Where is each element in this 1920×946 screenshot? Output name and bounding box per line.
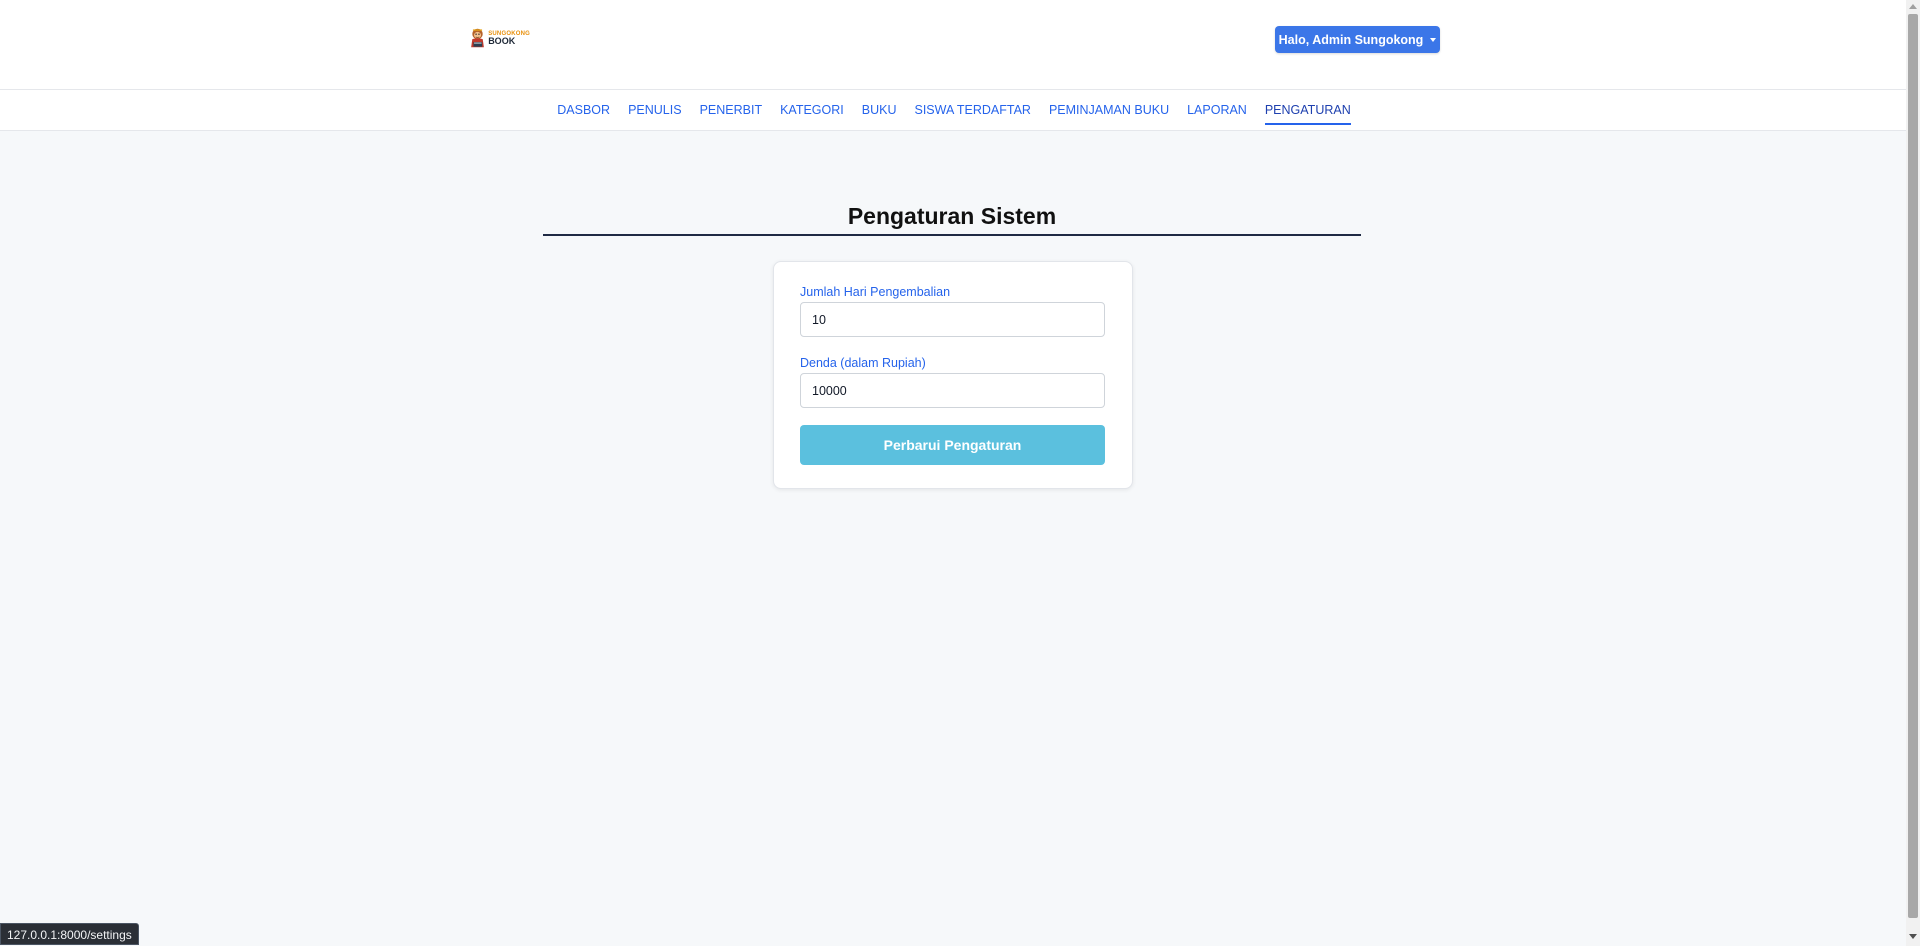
page-title: Pengaturan Sistem <box>847 203 1057 229</box>
status-bar-url: 127.0.0.1:8000/settings <box>0 923 139 945</box>
nav-item-siswa-terdaftar[interactable]: SISWA TERDAFTAR <box>914 90 1030 131</box>
main-nav: DASBOR PENULIS PENERBIT KATEGORI BUKU SI… <box>0 90 1906 131</box>
nav-item-dasbor[interactable]: DASBOR <box>557 90 610 131</box>
scroll-up-arrow-icon[interactable] <box>1909 4 1917 9</box>
caret-down-icon <box>1430 37 1437 42</box>
top-header: SUNGOKONG BOOK Halo, Admin Sungokong <box>0 0 1906 90</box>
nav-item-pengaturan[interactable]: PENGATURAN <box>1264 90 1351 131</box>
return-days-label: Jumlah Hari Pengembalian <box>800 285 951 299</box>
page: SUNGOKONG BOOK Halo, Admin Sungokong DAS… <box>0 0 1906 946</box>
nav-item-penerbit[interactable]: PENERBIT <box>700 90 763 131</box>
fine-input[interactable] <box>800 373 1105 408</box>
brand-wordmark: SUNGOKONG BOOK <box>488 31 530 46</box>
vertical-scrollbar[interactable] <box>1906 0 1920 946</box>
scroll-down-arrow-icon[interactable] <box>1909 934 1917 939</box>
fine-label: Denda (dalam Rupiah) <box>800 356 926 370</box>
user-menu-button[interactable]: Halo, Admin Sungokong <box>1275 26 1440 53</box>
nav-item-kategori[interactable]: KATEGORI <box>780 90 844 131</box>
nav-item-buku[interactable]: BUKU <box>862 90 897 131</box>
nav-list: DASBOR PENULIS PENERBIT KATEGORI BUKU SI… <box>0 90 1906 131</box>
brand-logo[interactable]: SUNGOKONG BOOK <box>470 19 530 57</box>
update-settings-button[interactable]: Perbarui Pengaturan <box>800 425 1105 465</box>
scrollbar-thumb[interactable] <box>1908 14 1918 918</box>
nav-item-laporan[interactable]: LAPORAN <box>1187 90 1247 131</box>
title-divider <box>543 234 1361 236</box>
brand-wordmark-bottom: BOOK <box>488 35 516 46</box>
settings-form: Jumlah Hari Pengembalian Denda (dalam Ru… <box>773 261 1133 489</box>
user-menu-label: Halo, Admin Sungokong <box>1278 32 1424 47</box>
return-days-input[interactable] <box>800 302 1105 337</box>
nav-item-peminjaman-buku[interactable]: PEMINJAMAN BUKU <box>1049 90 1169 131</box>
monkey-mascot-icon <box>471 28 484 48</box>
nav-item-penulis[interactable]: PENULIS <box>628 90 682 131</box>
